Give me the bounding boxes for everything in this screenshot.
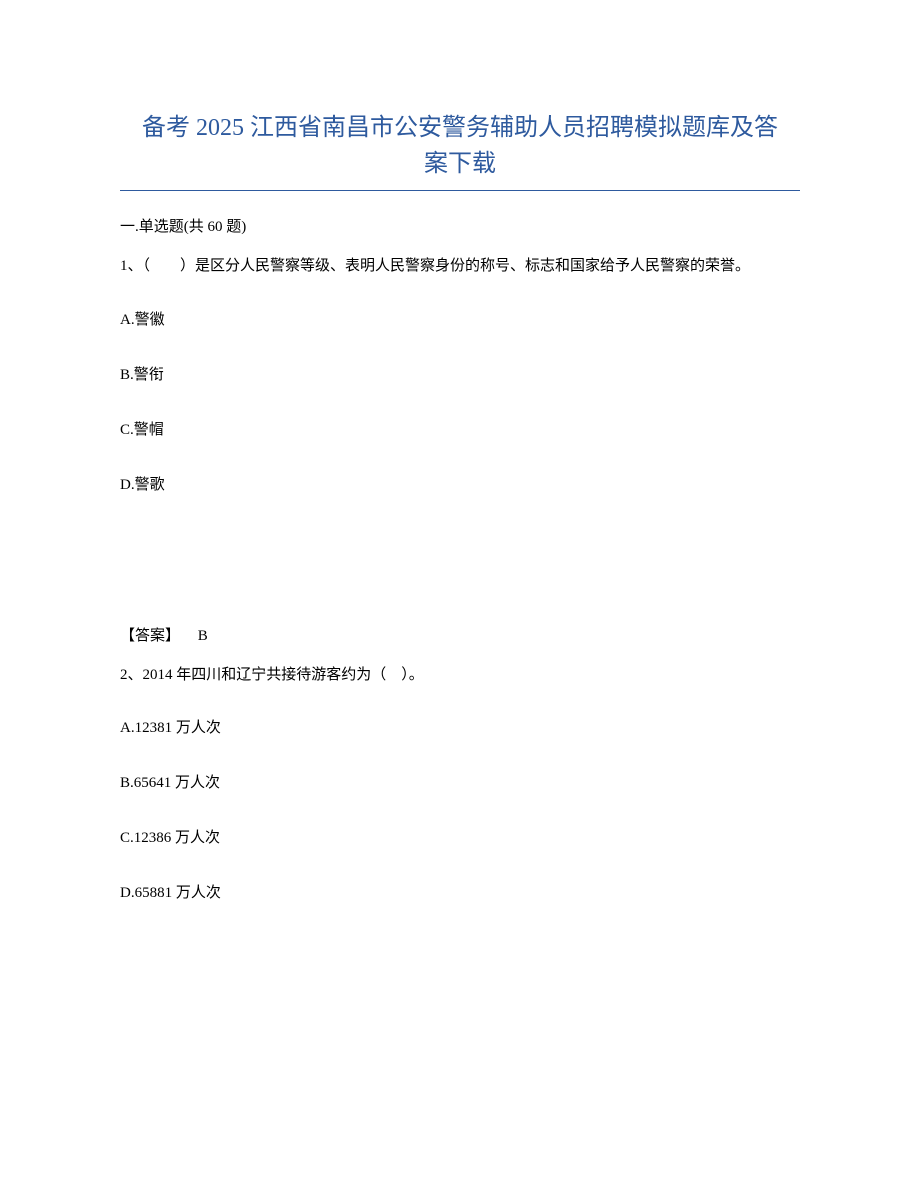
question-1-option-d: D.警歌 xyxy=(120,473,800,494)
question-2-option-a: A.12381 万人次 xyxy=(120,716,800,737)
question-1-option-c: C.警帽 xyxy=(120,418,800,439)
question-2-option-b: B.65641 万人次 xyxy=(120,771,800,792)
question-1-option-a: A.警徽 xyxy=(120,308,800,329)
question-1-answer: 【答案】 B xyxy=(120,624,800,645)
question-2-option-d: D.65881 万人次 xyxy=(120,881,800,902)
question-2-text: 2、2014 年四川和辽宁共接待游客约为（ ）。 xyxy=(120,663,800,689)
answer-label: 【答案】 xyxy=(120,628,180,644)
document-title: 备考 2025 江西省南昌市公安警务辅助人员招聘模拟题库及答案下载 xyxy=(120,110,800,190)
question-1-option-b: B.警衔 xyxy=(120,363,800,384)
section-header: 一.单选题(共 60 题) xyxy=(120,215,800,236)
question-1-text: 1、（ ）是区分人民警察等级、表明人民警察身份的称号、标志和国家给予人民警察的荣… xyxy=(120,254,800,280)
answer-value: B xyxy=(198,628,208,644)
title-underline xyxy=(120,190,800,191)
question-2-option-c: C.12386 万人次 xyxy=(120,826,800,847)
